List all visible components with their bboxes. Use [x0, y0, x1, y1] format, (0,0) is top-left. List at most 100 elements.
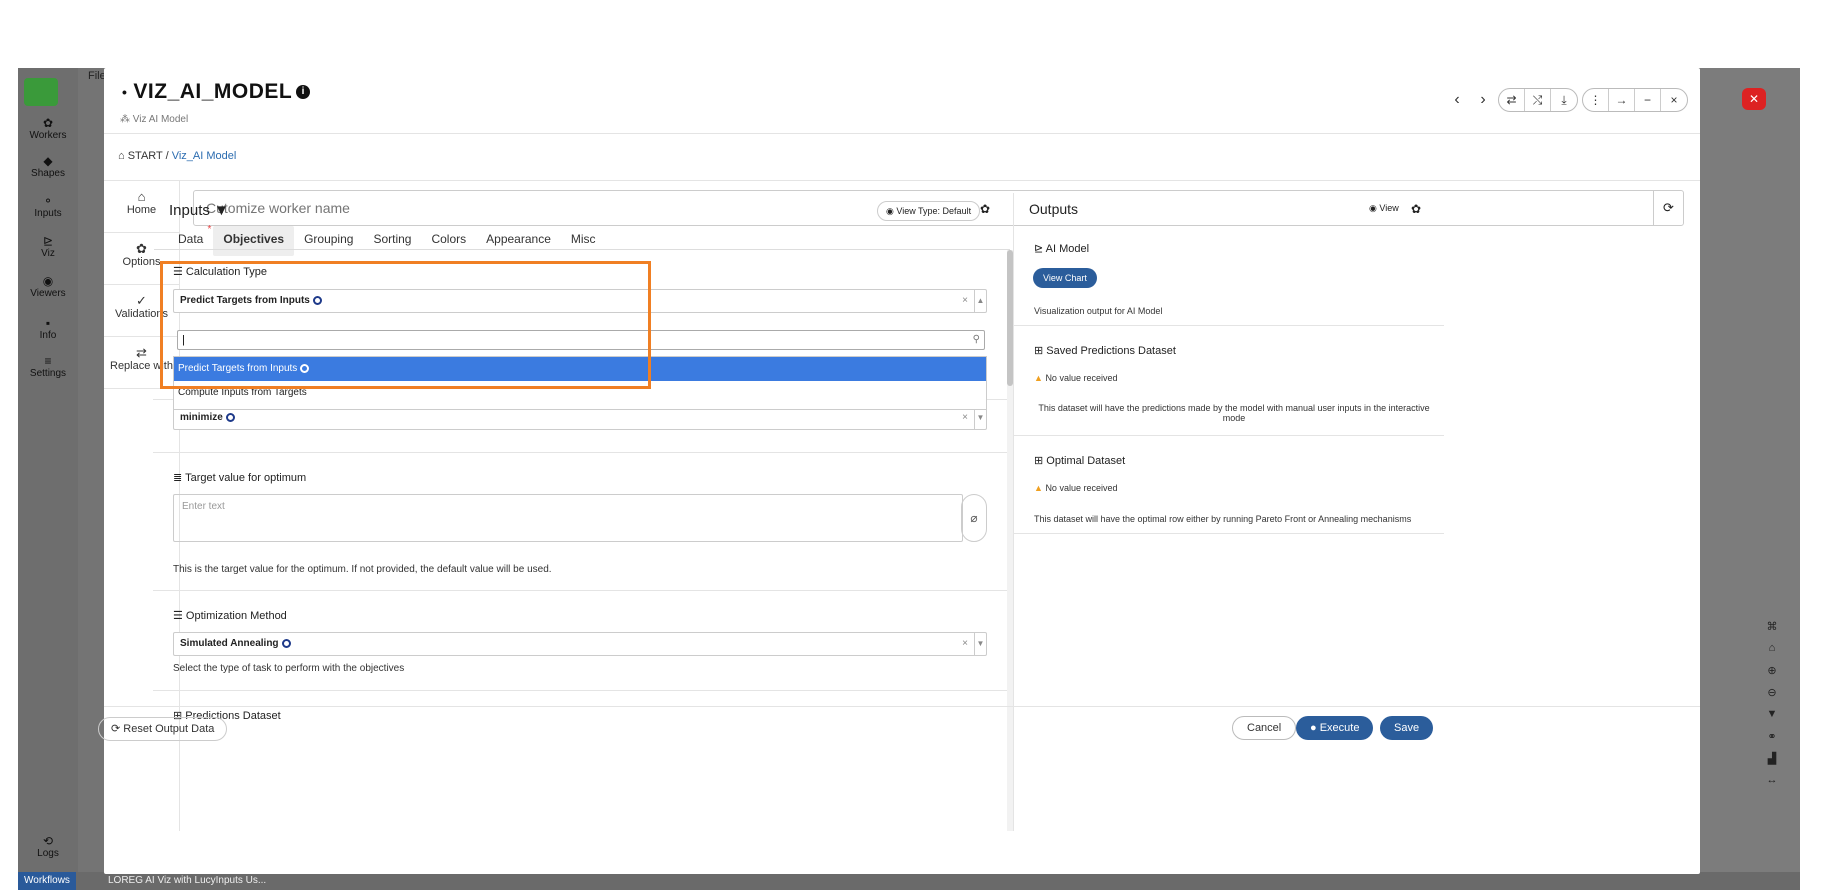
action-group: ⇄ ⤭ ⤓ [1498, 88, 1578, 112]
sidebar-item-settings[interactable]: ≡ Settings [18, 354, 78, 379]
expand-icon[interactable]: ↔ [1760, 774, 1784, 796]
next-arrow-icon[interactable]: › [1472, 91, 1494, 109]
line-chart-icon: ⊵ [1034, 243, 1046, 255]
outputs-title: Outputs [1029, 201, 1079, 217]
sidebar-item-viewers[interactable]: ◉ Viewers [18, 274, 78, 299]
option-predict-targets[interactable]: Predict Targets from Inputs [174, 357, 986, 381]
header-controls: ‹ › ⇄ ⤭ ⤓ ⋮ → − × [1446, 88, 1688, 112]
saved-predictions-desc: This dataset will have the predictions m… [1038, 403, 1430, 423]
sidebar-item-shapes[interactable]: ◆ Shapes [18, 154, 78, 179]
settings-icon: ≡ [44, 354, 52, 368]
viz-icon: ⊵ [42, 234, 54, 248]
home-icon: ⌂ [137, 189, 146, 204]
search-icon: ⚲ [972, 334, 980, 345]
calculation-type-select[interactable]: Predict Targets from Inputs × ▲ [173, 289, 987, 313]
inputs-title: Inputs ▼ [169, 202, 229, 219]
outputs-view-button[interactable]: ◉ View [1369, 203, 1399, 214]
close-icon[interactable]: × [1661, 89, 1687, 111]
option-compute-inputs[interactable]: Compute Inputs from Targets [174, 381, 986, 405]
dropdown-search: ⚲ [177, 330, 985, 350]
info-dot-icon [300, 363, 310, 373]
output-saved-predictions: ⊞ Saved Predictions Dataset ▲ No value r… [1014, 326, 1444, 436]
optimal-dataset-title: ⊞ Optimal Dataset [1034, 455, 1126, 467]
saved-predictions-warning: ▲ No value received [1034, 373, 1118, 383]
inputs-icon: ⚬ [42, 194, 54, 208]
outputs-settings-icon[interactable]: ✿ [1411, 202, 1421, 216]
list-icon: ☰ [173, 610, 186, 622]
optimization-method-select[interactable]: Simulated Annealing × ▼ [173, 632, 987, 656]
workflows-tab[interactable]: Workflows [18, 872, 76, 890]
swap-icon[interactable]: ⇄ [1499, 89, 1525, 111]
optimization-method-help: Select the type of task to perform with … [173, 663, 405, 674]
attach-icon[interactable]: ⌀ [961, 494, 987, 542]
app-logo[interactable] [24, 78, 58, 106]
inputs-settings-icon[interactable]: ✿ [980, 202, 990, 216]
info-icon[interactable]: i [296, 85, 311, 100]
chart-icon[interactable]: ▟ [1760, 752, 1784, 774]
sidebar-item-workers[interactable]: ✿ Workers [18, 116, 78, 141]
filter-icon[interactable]: ▼ [1760, 708, 1784, 730]
calculation-type-dropdown: ⚲ Predict Targets from Inputs Compute In… [173, 330, 987, 410]
breadcrumb: ⌂ START / Viz_AI Model [118, 150, 237, 162]
dropdown-search-input[interactable] [178, 331, 958, 349]
chevron-up-icon[interactable]: ▲ [974, 290, 986, 312]
sidebar-item-viz[interactable]: ⊵ Viz [18, 234, 78, 259]
save-button[interactable]: Save [1380, 716, 1434, 740]
zoom-out-icon[interactable]: ⊖ [1760, 686, 1784, 708]
map-toolbar: ⌘ ⌂ ⊕ ⊖ ▼ ⚭ ▟ ↔ [1760, 620, 1784, 796]
cancel-button[interactable]: Cancel [1232, 716, 1297, 740]
previous-arrow-icon[interactable]: ‹ [1446, 91, 1468, 109]
required-marker: * [207, 224, 212, 235]
worker-type-icon: ⁂ [120, 114, 133, 125]
app-close-icon[interactable]: ✕ [1742, 88, 1766, 110]
calculation-type-section: ☰ Calculation Type Predict Targets from … [153, 250, 1009, 430]
chevron-down-icon[interactable]: ▼ [974, 407, 986, 429]
table-icon: ⊞ [1034, 345, 1047, 357]
optimal-dataset-desc: This dataset will have the optimal row e… [1034, 514, 1412, 524]
text-icon: ≣ [173, 472, 186, 484]
optimization-method-label: ☰ Optimization Method [173, 610, 287, 622]
target-value-textarea[interactable]: Enter text [173, 494, 963, 542]
clear-icon[interactable]: × [962, 633, 968, 655]
filter-icon[interactable]: ▼ [214, 202, 229, 219]
zoom-in-icon[interactable]: ⊕ [1760, 664, 1784, 686]
sidebar-item-info[interactable]: ▪ Info [18, 316, 78, 341]
reset-output-button[interactable]: ⟳ Reset Output Data [98, 717, 228, 741]
view-chart-button[interactable]: View Chart [1033, 268, 1097, 288]
minimize-icon[interactable]: − [1635, 89, 1661, 111]
sidebar-item-logs[interactable]: ⟲ Logs [18, 834, 78, 859]
chevron-down-icon[interactable]: ▼ [974, 633, 986, 655]
output-ai-model: ⊵ AI Model View Chart Visualization outp… [1014, 226, 1444, 326]
clear-icon[interactable]: × [962, 290, 968, 312]
breadcrumb-current[interactable]: Viz_AI Model [172, 150, 237, 162]
target-value-section: ≣ Target value for optimum Enter text ⌀ … [153, 453, 1009, 591]
modal-title: • VIZ_AI_MODEL i [122, 80, 311, 104]
workflow-tab[interactable]: LOREG AI Viz with LucyInputs Us... [108, 875, 266, 886]
fit-icon[interactable]: ⌘ [1760, 620, 1784, 642]
ai-model-desc: Visualization output for AI Model [1034, 306, 1163, 316]
sidebar-item-inputs[interactable]: ⚬ Inputs [18, 194, 78, 219]
execute-button[interactable]: ● Execute [1296, 716, 1374, 740]
worker-modal: • VIZ_AI_MODEL i ⁂ Viz AI Model ‹ › ⇄ ⤭ ⤓ … [98, 68, 1700, 874]
gear-icon: ✿ [42, 116, 54, 130]
home-icon[interactable]: ⌂ [1760, 642, 1784, 664]
eye-icon: ◉ [886, 206, 897, 216]
table-icon: ⊞ [1034, 455, 1047, 467]
arrow-right-icon[interactable]: → [1609, 89, 1635, 111]
modal-subtitle: ⁂ Viz AI Model [120, 114, 189, 125]
modal-footer: ⟳ Reset Output Data Cancel ● Execute Sav… [98, 706, 1700, 749]
view-type-button[interactable]: ◉ View Type: Default [877, 201, 981, 221]
clear-icon[interactable]: × [962, 407, 968, 429]
info-dot-icon [225, 412, 235, 422]
more-icon[interactable]: ⋮ [1583, 89, 1609, 111]
link-icon[interactable]: ⚭ [1760, 730, 1784, 752]
home-icon[interactable]: ⌂ [118, 150, 128, 162]
refresh-icon[interactable]: ⟳ [1653, 191, 1683, 225]
eye-icon: ◉ [1369, 203, 1380, 213]
play-icon: ● [1310, 722, 1320, 734]
shuffle-icon[interactable]: ⤭ [1525, 89, 1551, 111]
list-icon: ☰ [173, 266, 186, 278]
target-value-help: This is the target value for the optimum… [173, 564, 552, 575]
download-icon[interactable]: ⤓ [1551, 89, 1577, 111]
info-dot-icon [312, 295, 322, 305]
